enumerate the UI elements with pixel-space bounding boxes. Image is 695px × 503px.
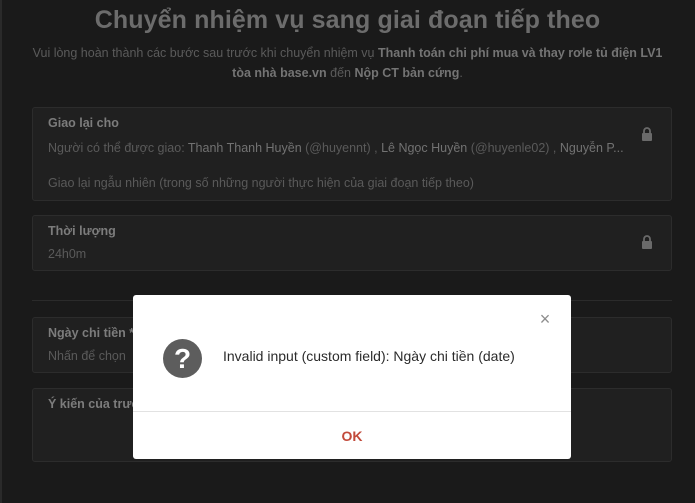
payment-date-label: Ngày chi tiền * <box>48 326 135 340</box>
assignee-name[interactable]: Lê Ngọc Huyền <box>381 141 467 155</box>
separator: , <box>549 141 560 155</box>
payment-date-input[interactable]: Nhấn để chọn <box>48 349 126 363</box>
lock-icon <box>642 127 652 141</box>
subtitle-stage: Nộp CT bản cứng <box>354 66 460 80</box>
duration-value: 24h0m <box>48 247 87 261</box>
assignee-name[interactable]: Thanh Thanh Huyền <box>188 141 302 155</box>
opinion-label: Ý kiến của trưở <box>48 397 141 411</box>
duration-card: Thời lượng 24h0m <box>32 215 672 271</box>
left-edge <box>0 0 2 503</box>
separator: , <box>370 141 382 155</box>
page-subtitle: Vui lòng hoàn thành các bước sau trước k… <box>30 43 665 83</box>
assignees-line: Người có thể được giao: Thanh Thanh Huyề… <box>48 141 640 155</box>
subtitle-middle: đến <box>326 66 355 80</box>
assignee-handle: (@huyennt) <box>301 141 371 155</box>
error-message: Invalid input (custom field): Ngày chi t… <box>223 348 515 364</box>
reassign-label: Giao lại cho <box>48 116 119 130</box>
ok-button[interactable]: OK <box>133 412 571 460</box>
question-icon: ? <box>163 339 202 378</box>
random-assign-option[interactable]: Giao lại ngẫu nhiên (trong số những ngườ… <box>48 176 474 190</box>
subtitle-prefix: Vui lòng hoàn thành các bước sau trước k… <box>32 46 378 60</box>
dialog-footer: OK <box>133 411 571 460</box>
reassign-card: Giao lại cho Người có thể được giao: Tha… <box>32 107 672 201</box>
subtitle-suffix: . <box>459 66 463 80</box>
lock-icon <box>642 235 652 249</box>
assignee-name[interactable]: Nguyễn P... <box>560 141 624 155</box>
error-dialog: × ? Invalid input (custom field): Ngày c… <box>133 295 571 459</box>
assignee-handle: (@huyenle02) <box>467 141 550 155</box>
close-icon[interactable]: × <box>538 310 552 328</box>
page-title: Chuyển nhiệm vụ sang giai đoạn tiếp theo <box>94 6 601 34</box>
assignees-prefix: Người có thể được giao: <box>48 141 188 155</box>
duration-label: Thời lượng <box>48 224 116 238</box>
